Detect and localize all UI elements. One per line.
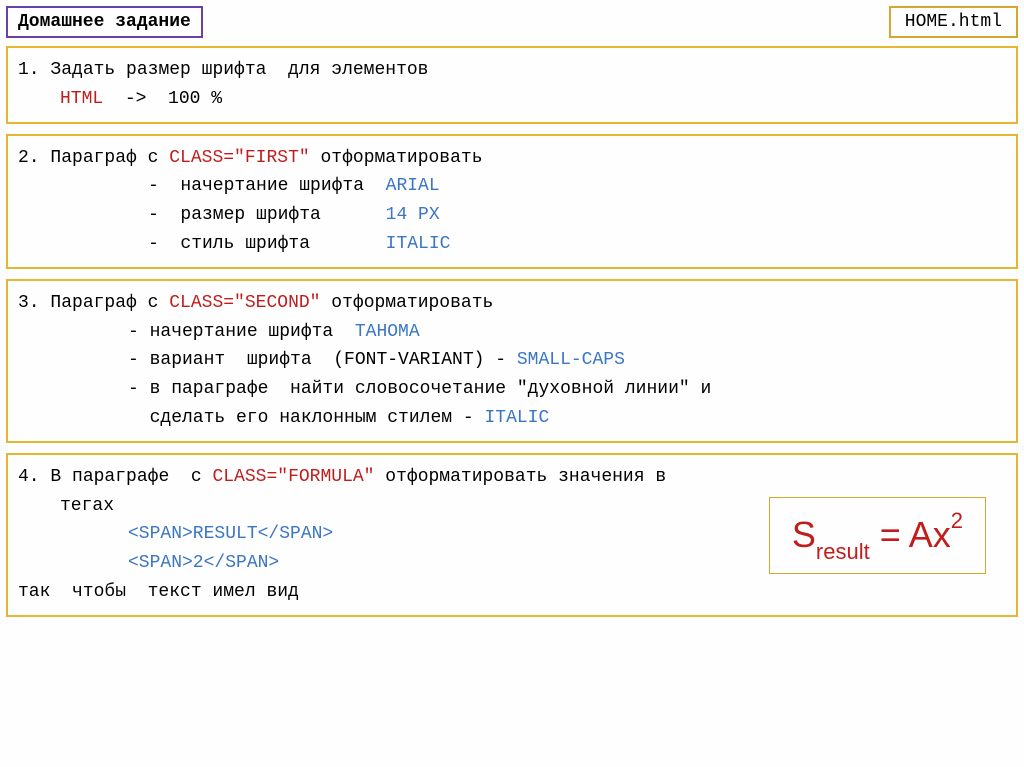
task3-value-italic: ITALIC (484, 408, 549, 428)
task3-text2: отформатировать (320, 293, 493, 313)
page-title: Домашнее задание (6, 6, 203, 38)
task4-line1: 4. В параграфе с CLASS="FORMULA" отформа… (18, 463, 1006, 492)
task4-number: 4. (18, 467, 40, 487)
formula-subscript: result (816, 539, 870, 564)
task2-text1: Параграф с (50, 148, 169, 168)
task4-span1: <SPAN>RESULT</SPAN> (128, 524, 333, 544)
formula-box: Sresult = Ax2 (769, 497, 986, 574)
task2-bullet-c: - стиль шрифта (148, 234, 386, 254)
task1-line2: HTML -> 100 % (18, 85, 1006, 114)
task-box-2: 2. Параграф с CLASS="FIRST" отформатиров… (6, 134, 1018, 269)
task2-number: 2. (18, 148, 40, 168)
formula-eq: = Ax (870, 514, 951, 555)
task2-value-arial: ARIAL (386, 176, 440, 196)
task4-text1: В параграфе с (50, 467, 212, 487)
task2-bullet-b: - размер шрифта (148, 205, 386, 225)
task3-line5: сделать его наклонным стилем - ITALIC (18, 404, 1006, 433)
formula-S: S (792, 514, 816, 555)
task4-line5: так чтобы текст имел вид (18, 578, 1006, 607)
task2-bullet-a: - начертание шрифта (148, 176, 386, 196)
task4-text4: так чтобы текст имел вид (18, 582, 299, 602)
task3-value-tahoma: TAHOMA (355, 322, 420, 342)
task3-bullet-c: - в параграфе найти словосочетание "духо… (128, 379, 711, 399)
task3-line3: - вариант шрифта (FONT-VARIANT) - SMALL-… (18, 346, 1006, 375)
task3-line2: - начертание шрифта TAHOMA (18, 318, 1006, 347)
task1-number: 1. (18, 60, 40, 80)
task2-line3: - размер шрифта 14 PX (18, 201, 1006, 230)
task-box-4: 4. В параграфе с CLASS="FORMULA" отформа… (6, 453, 1018, 617)
task3-bullet-d: сделать его наклонным стилем - (128, 408, 484, 428)
task4-text2: отформатировать значения в (374, 467, 666, 487)
formula-superscript: 2 (951, 508, 963, 533)
task3-class-keyword: CLASS="SECOND" (169, 293, 320, 313)
task3-line4: - в параграфе найти словосочетание "духо… (18, 375, 1006, 404)
task2-class-keyword: CLASS="FIRST" (169, 148, 309, 168)
task4-span2: <SPAN>2</SPAN> (128, 553, 279, 573)
task1-line1: 1. Задать размер шрифта для элементов (18, 56, 1006, 85)
task2-line4: - стиль шрифта ITALIC (18, 230, 1006, 259)
task2-text2: отформатировать (310, 148, 483, 168)
task3-value-smallcaps: SMALL-CAPS (517, 350, 625, 370)
task2-line1: 2. Параграф с CLASS="FIRST" отформатиров… (18, 144, 1006, 173)
task2-value-14px: 14 PX (386, 205, 440, 225)
task4-text3: тегах (60, 496, 114, 516)
filename-label: HOME.html (889, 6, 1018, 38)
task3-bullet-a: - начертание шрифта (128, 322, 355, 342)
task2-value-italic: ITALIC (386, 234, 451, 254)
task1-html-keyword: HTML (60, 89, 103, 109)
task1-text1: Задать размер шрифта для элементов (50, 60, 428, 80)
task3-line1: 3. Параграф с CLASS="SECOND" отформатиро… (18, 289, 1006, 318)
task3-number: 3. (18, 293, 40, 313)
header-row: Домашнее задание HOME.html (6, 6, 1018, 38)
task1-percent: 100 % (168, 89, 222, 109)
task1-arrow: -> (103, 89, 168, 109)
task2-line2: - начертание шрифта ARIAL (18, 172, 1006, 201)
task-box-3: 3. Параграф с CLASS="SECOND" отформатиро… (6, 279, 1018, 443)
task-box-1: 1. Задать размер шрифта для элементов HT… (6, 46, 1018, 124)
task3-bullet-b: - вариант шрифта (FONT-VARIANT) - (128, 350, 517, 370)
task4-class-keyword: CLASS="FORMULA" (212, 467, 374, 487)
task3-text1: Параграф с (50, 293, 169, 313)
